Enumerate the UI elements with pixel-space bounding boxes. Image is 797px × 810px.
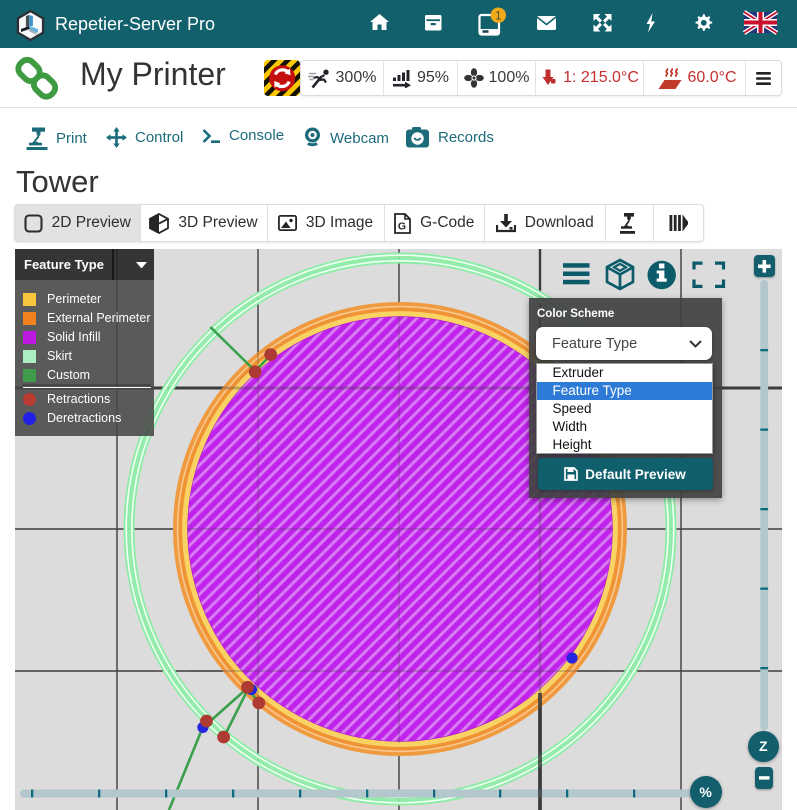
svg-text:G: G xyxy=(398,220,406,232)
svg-text:1: 1 xyxy=(495,10,501,22)
